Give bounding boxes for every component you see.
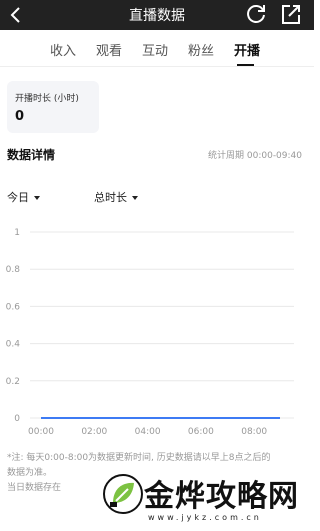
- active-tab-indicator: [237, 64, 254, 66]
- x-tick-label: 00:00: [28, 427, 54, 437]
- metric-value: 0: [15, 109, 25, 124]
- section-title: 数据详情: [7, 148, 56, 162]
- metric-filter-label: 总时长: [94, 191, 127, 204]
- tab-broadcast[interactable]: 开播: [234, 40, 260, 59]
- metric-filter-dropdown[interactable]: 总时长: [94, 189, 138, 205]
- x-tick-label: 06:00: [188, 427, 214, 437]
- metric-label: 开播时长 (小时): [15, 94, 79, 104]
- y-tick-label: 0.6: [6, 302, 21, 312]
- chart-svg: 1 0.8 0.6 0.4 0.2 0 00:00 02:00 04:00 06:00 08:00: [6, 228, 294, 437]
- tab-income[interactable]: 收入: [50, 40, 76, 59]
- y-tick-label: 0.8: [6, 265, 21, 275]
- duration-line-chart: 1 0.8 0.6 0.4 0.2 0 00:00 02:00 04:00 06:00 08:00: [0, 222, 314, 442]
- x-tick-label: 04:00: [135, 427, 161, 437]
- refresh-icon[interactable]: [244, 2, 268, 26]
- statistics-period: 统计周期 00:00-09:40: [208, 151, 302, 161]
- y-tick-label: 0.4: [6, 340, 21, 350]
- caret-down-icon: [132, 196, 138, 200]
- date-filter-dropdown[interactable]: 今日: [7, 189, 40, 205]
- tab-interaction[interactable]: 互动: [142, 40, 168, 59]
- watermark-url: www.jykz.com.cn: [148, 513, 262, 522]
- top-bar: 直播数据: [0, 0, 314, 30]
- y-tick-label: 0.2: [6, 377, 20, 387]
- watermark-text: 金烨攻略网: [144, 479, 299, 514]
- share-icon[interactable]: [279, 2, 303, 26]
- caret-down-icon: [34, 196, 40, 200]
- tab-bar: 收入 观看 互动 粉丝 开播: [0, 31, 314, 67]
- date-filter-label: 今日: [7, 191, 29, 204]
- note-line: *注: 每天0:00-8:00为数据更新时间, 历史数据请以早上8点之后的: [7, 453, 271, 463]
- x-tick-label: 02:00: [81, 427, 107, 437]
- leaf-plug-logo-icon: [103, 474, 143, 514]
- watermark: 金烨攻略网 www.jykz.com.cn: [102, 470, 314, 531]
- x-tick-label: 08:00: [241, 427, 267, 437]
- broadcast-duration-card[interactable]: 开播时长 (小时) 0: [7, 81, 99, 133]
- tab-fans[interactable]: 粉丝: [188, 40, 214, 59]
- tab-viewing[interactable]: 观看: [96, 40, 122, 59]
- y-tick-label: 0: [14, 414, 20, 424]
- y-tick-label: 1: [14, 228, 20, 238]
